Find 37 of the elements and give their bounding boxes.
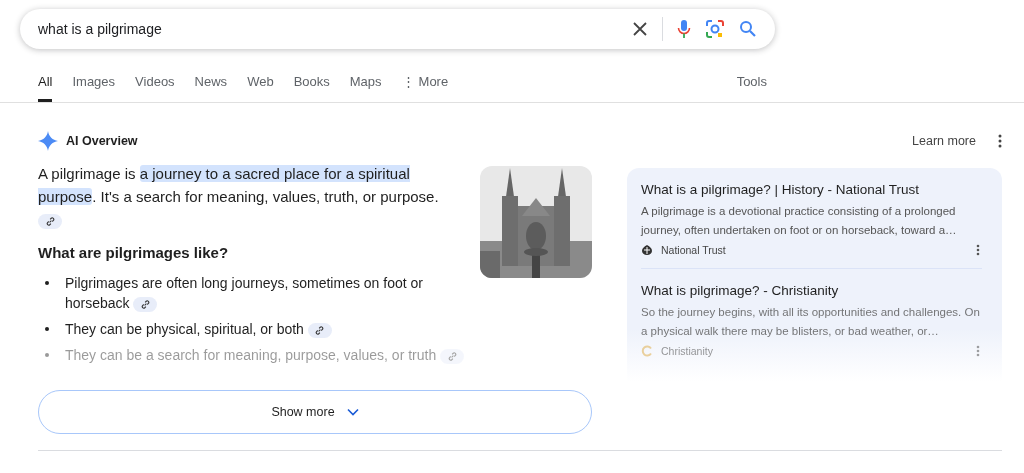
site-logo-icon (641, 345, 653, 357)
microphone-icon[interactable] (677, 19, 691, 39)
source-snippet: So the journey begins, with all its opportunities and challenges. On a physical walk there may be blisters, or bad weather, or… (641, 305, 981, 339)
search-query: what is a pilgrimage (38, 21, 163, 37)
source-title-link[interactable]: What is a pilgrimage? | History - National Trust (641, 182, 988, 197)
source-snippet: A pilgrimage is a devotional practice consisting of a prolonged journey, often undertaken on foot or on horseback, toward a… (641, 204, 958, 238)
show-more-button[interactable]: Show more (38, 390, 592, 434)
search-tab[interactable]: ⋮ More (401, 63, 449, 102)
bullet-text: They can be physical, spiritual, or both (65, 319, 465, 339)
site-logo-icon (641, 244, 653, 256)
search-field[interactable]: what is a pilgrimage (20, 9, 775, 49)
link-icon[interactable] (133, 296, 158, 312)
bullet-text: Pilgrimages are often long journeys, sometimes on foot or horseback (65, 274, 424, 313)
camera-lens-icon[interactable] (705, 19, 725, 39)
search-tab[interactable]: Images (72, 63, 116, 102)
source-name: National Trust (661, 244, 726, 256)
overview-title: AI Overview (66, 134, 138, 148)
chevron-down-icon (346, 408, 359, 416)
source-title-link[interactable]: What is pilgrimage? - Christianity (641, 283, 988, 298)
tools-link[interactable]: Tools (736, 63, 767, 102)
search-tab[interactable]: Books (293, 63, 330, 102)
search-tab[interactable]: Maps (349, 63, 382, 102)
learn-more-link[interactable]: Learn more (912, 134, 976, 148)
section-heading: What are pilgrimages like? (38, 244, 230, 261)
source-name: Christianity (661, 345, 713, 357)
sparkle-icon (38, 131, 58, 151)
more-options-icon[interactable] (976, 244, 980, 256)
bullet-text: They can be a search for meaning, purpose, values, or truth (65, 345, 465, 365)
search-tab[interactable]: All (38, 63, 53, 102)
search-tab[interactable]: Videos (135, 63, 175, 102)
search-icon[interactable] (739, 20, 757, 38)
search-tab[interactable]: Web (247, 63, 274, 102)
link-icon[interactable] (307, 322, 332, 338)
more-options-icon[interactable] (998, 134, 1002, 148)
search-tab[interactable]: News (194, 63, 228, 102)
clear-icon[interactable] (632, 21, 648, 37)
link-icon[interactable] (38, 213, 62, 229)
